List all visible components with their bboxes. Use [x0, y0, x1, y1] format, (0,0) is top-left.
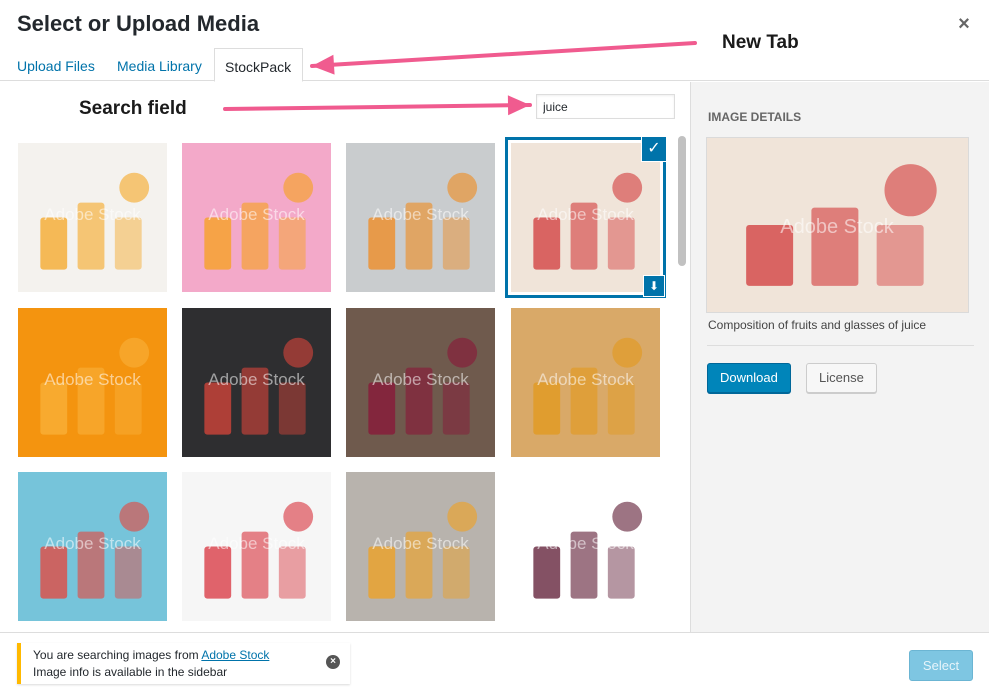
- tab-media-library[interactable]: Media Library: [117, 58, 202, 74]
- media-thumbnail[interactable]: Adobe Stock: [18, 308, 167, 457]
- media-thumbnail[interactable]: Adobe Stock: [346, 143, 495, 292]
- watermark-text: Adobe Stock: [372, 205, 469, 224]
- media-thumbnail[interactable]: Adobe Stock: [182, 308, 331, 457]
- media-thumbnail[interactable]: Adobe Stock: [182, 143, 331, 292]
- media-thumbnail[interactable]: Adobe Stock: [346, 472, 495, 621]
- search-input[interactable]: [536, 94, 675, 119]
- watermark-text: Adobe Stock: [208, 534, 305, 553]
- annotation-new-tab: New Tab: [722, 32, 799, 53]
- stock-notice: You are searching images from Adobe Stoc…: [17, 643, 350, 684]
- watermark-text: Adobe Stock: [537, 370, 634, 389]
- dismiss-icon[interactable]: ×: [326, 655, 340, 669]
- notice-line-2: Image info is available in the sidebar: [33, 665, 228, 679]
- tab-upload-files[interactable]: Upload Files: [17, 58, 95, 74]
- watermark-text: Adobe Stock: [372, 370, 469, 389]
- adobe-stock-link[interactable]: Adobe Stock: [201, 648, 269, 662]
- close-icon[interactable]: ×: [951, 12, 977, 38]
- download-button[interactable]: Download: [707, 363, 791, 393]
- media-thumbnail[interactable]: Adobe Stock: [18, 472, 167, 621]
- media-thumbnail[interactable]: Adobe Stock: [511, 143, 660, 292]
- notice-text: You are searching images from: [33, 648, 202, 662]
- selected-check-icon[interactable]: ✓: [642, 137, 666, 161]
- details-preview-image: Adobe Stock: [707, 138, 968, 312]
- annotation-search-field: Search field: [79, 98, 187, 119]
- preview-watermark: Adobe Stock: [780, 216, 894, 238]
- media-thumbnail[interactable]: Adobe Stock: [511, 308, 660, 457]
- select-button[interactable]: Select: [909, 650, 973, 681]
- media-thumbnail[interactable]: Adobe Stock: [511, 472, 660, 621]
- media-thumbnail[interactable]: Adobe Stock: [18, 143, 167, 292]
- modal-title: Select or Upload Media: [17, 11, 260, 36]
- media-thumbnail[interactable]: Adobe Stock: [346, 308, 495, 457]
- watermark-text: Adobe Stock: [537, 205, 634, 224]
- tab-stockpack[interactable]: StockPack: [214, 48, 304, 82]
- watermark-text: Adobe Stock: [44, 370, 141, 389]
- watermark-text: Adobe Stock: [537, 534, 634, 553]
- watermark-text: Adobe Stock: [208, 205, 305, 224]
- tab-bar: Upload Files Media Library StockPack: [0, 45, 989, 82]
- details-divider: [707, 345, 974, 346]
- details-caption: Composition of fruits and glasses of jui…: [708, 318, 927, 332]
- notice-line-1: You are searching images from Adobe Stoc…: [33, 647, 350, 664]
- media-toolbar: You are searching images from Adobe Stoc…: [0, 632, 989, 693]
- download-icon[interactable]: ⬇: [644, 276, 664, 296]
- details-sidebar: IMAGE DETAILS Adobe Stock Composition of…: [690, 82, 989, 632]
- media-modal: Select or Upload Media × Upload Files Me…: [0, 0, 989, 693]
- watermark-text: Adobe Stock: [208, 370, 305, 389]
- watermark-text: Adobe Stock: [44, 205, 141, 224]
- grid-scrollbar[interactable]: [678, 136, 686, 266]
- watermark-text: Adobe Stock: [44, 534, 141, 553]
- watermark-text: Adobe Stock: [372, 534, 469, 553]
- license-button[interactable]: License: [806, 363, 877, 393]
- media-thumbnail[interactable]: Adobe Stock: [182, 472, 331, 621]
- details-heading: IMAGE DETAILS: [708, 110, 802, 124]
